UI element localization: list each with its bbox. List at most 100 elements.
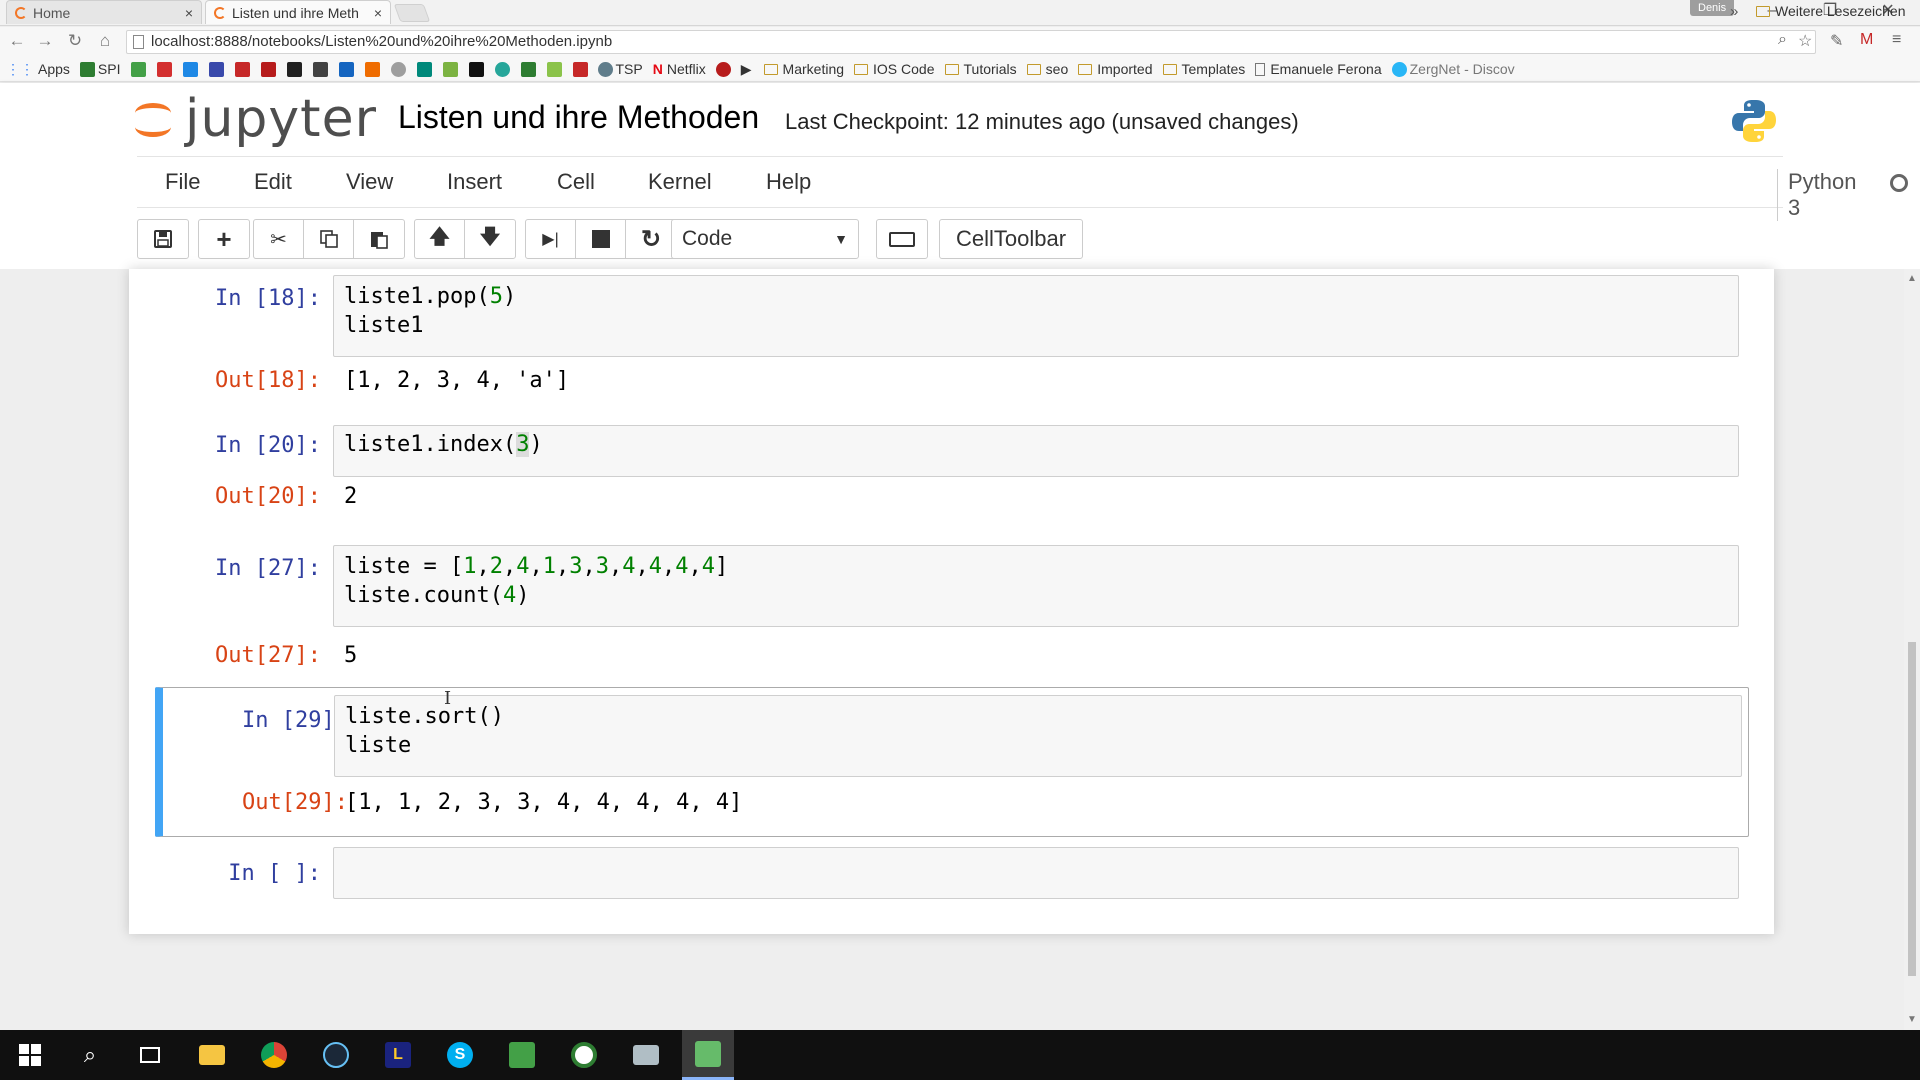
bookmark-spi[interactable]: SPI (79, 61, 121, 77)
bookmark-favicon-icon[interactable] (364, 61, 380, 77)
new-tab-button[interactable] (393, 4, 431, 22)
home-icon[interactable]: ⌂ (94, 31, 116, 51)
tab-notebook[interactable]: Listen und ihre Meth × (205, 0, 391, 24)
bookmark-favicon-icon[interactable] (260, 61, 276, 77)
code-cell[interactable]: In [18]: liste1.pop(5) liste1 Out[18]: [… (129, 275, 1774, 395)
cell-type-select[interactable]: Code ▼ (671, 219, 859, 259)
start-button[interactable] (4, 1030, 56, 1080)
code-cell-selected[interactable]: In [29]: liste.sort() liste Out[29]: [1,… (155, 687, 1749, 837)
extension-icon[interactable]: ✎ (1830, 31, 1843, 51)
camtasia-button[interactable] (496, 1030, 548, 1080)
code-input[interactable]: liste = [1,2,4,1,3,3,4,4,4,4] liste.coun… (333, 545, 1739, 627)
bookmark-favicon-icon[interactable] (468, 61, 484, 77)
bookmark-folder-other[interactable]: Weitere Lesezeichen (1756, 3, 1905, 19)
bookmark-favicon-icon[interactable] (546, 61, 562, 77)
code-input[interactable]: liste1.index(3) (333, 425, 1739, 477)
bookmark-favicon-icon[interactable] (338, 61, 354, 77)
file-explorer-button[interactable] (186, 1030, 238, 1080)
bookmark-favicon-icon[interactable] (156, 61, 172, 77)
bookmark-emanuele[interactable]: Emanuele Ferona (1255, 61, 1382, 77)
scroll-up-icon[interactable]: ▲ (1907, 273, 1917, 284)
reload-icon[interactable]: ↻ (64, 31, 86, 51)
bookmark-favicon-icon[interactable] (572, 61, 588, 77)
insert-cell-button[interactable]: + (199, 220, 249, 258)
vertical-scrollbar[interactable]: ▲ ▼ (1904, 269, 1920, 1030)
forward-arrow-icon[interactable]: → (34, 31, 56, 51)
run-cell-button[interactable]: ▶| (526, 220, 576, 258)
bookmark-favicon-icon[interactable] (416, 61, 432, 77)
move-down-button[interactable]: 🡇 (465, 220, 515, 258)
cut-button[interactable]: ✂ (254, 220, 304, 258)
interrupt-button[interactable] (576, 220, 626, 258)
scroll-down-icon[interactable]: ▼ (1907, 1014, 1917, 1025)
skype-button[interactable]: S (434, 1030, 486, 1080)
play-icon[interactable]: ▶ (741, 61, 752, 78)
gmail-icon[interactable]: M (1860, 31, 1873, 49)
task-view-button[interactable] (124, 1030, 176, 1080)
bookmark-favicon-icon[interactable] (130, 61, 146, 77)
bookmark-netflix[interactable]: N Netflix (653, 61, 706, 77)
celltoolbar-button[interactable]: CellToolbar (939, 219, 1083, 259)
app-l-button[interactable]: L (372, 1030, 424, 1080)
bookmark-favicon-icon[interactable] (390, 61, 406, 77)
profile-badge[interactable]: Denis (1690, 0, 1735, 16)
back-arrow-icon[interactable]: ← (6, 31, 28, 51)
bookmark-favicon-icon[interactable] (234, 61, 250, 77)
move-up-button[interactable]: 🡅 (415, 220, 465, 258)
menu-view[interactable]: View (346, 169, 393, 195)
close-icon[interactable]: × (374, 5, 382, 21)
bookmark-favicon-icon[interactable] (208, 61, 224, 77)
save-button[interactable] (138, 220, 188, 258)
bookmark-favicon-icon[interactable] (182, 61, 198, 77)
menu-insert[interactable]: Insert (447, 169, 502, 195)
bookmark-favicon-icon[interactable] (715, 61, 731, 77)
url-input[interactable]: localhost:8888/notebooks/Listen%20und%20… (126, 30, 1816, 54)
jupyter-logo[interactable]: jupyter (135, 93, 377, 145)
bookmark-favicon-icon[interactable] (312, 61, 328, 77)
bookmark-apps[interactable]: ⋮⋮ Apps (6, 61, 70, 78)
menu-cell[interactable]: Cell (557, 169, 595, 195)
bookmark-favicon-icon[interactable] (520, 61, 536, 77)
browser-tab-strip: Home × Listen und ihre Meth × Denis – ❐ … (0, 0, 1920, 26)
bookmark-folder-templates[interactable]: Templates (1162, 61, 1245, 77)
code-input[interactable]: liste.sort() liste (334, 695, 1742, 777)
restart-button[interactable]: ↻ (626, 220, 676, 258)
scroll-thumb[interactable] (1908, 642, 1916, 976)
chrome-menu-icon[interactable]: ≡ (1892, 31, 1901, 49)
bookmark-folder-marketing[interactable]: Marketing (763, 61, 844, 77)
star-icon[interactable]: ☆ (1798, 31, 1812, 51)
menu-help[interactable]: Help (766, 169, 811, 195)
close-icon[interactable]: × (185, 5, 193, 21)
screen-app-button[interactable] (620, 1030, 672, 1080)
menu-kernel[interactable]: Kernel (648, 169, 712, 195)
output-prompt: Out[20]: (215, 484, 321, 509)
code-cell[interactable]: In [20]: liste1.index(3) Out[20]: 2 (129, 425, 1774, 525)
bookmark-folder-seo[interactable]: seo (1026, 61, 1068, 77)
bookmark-zergnet[interactable]: ZergNet - Discov (1391, 61, 1515, 77)
bookmark-folder-tutorials[interactable]: Tutorials (944, 61, 1017, 77)
tab-home[interactable]: Home × (6, 0, 202, 24)
steam-button[interactable] (310, 1030, 362, 1080)
code-input[interactable] (333, 847, 1739, 899)
bookmark-folder-imported[interactable]: Imported (1078, 61, 1153, 77)
code-input[interactable]: liste1.pop(5) liste1 (333, 275, 1739, 357)
copy-button[interactable] (304, 220, 354, 258)
bookmark-tsp[interactable]: TSP (597, 61, 643, 77)
chrome-button[interactable] (248, 1030, 300, 1080)
zoom-icon[interactable]: ⌕ (1778, 31, 1787, 49)
bookmark-favicon-icon[interactable] (286, 61, 302, 77)
bookmark-favicon-icon[interactable] (442, 61, 458, 77)
record-button[interactable] (558, 1030, 610, 1080)
bookmark-folder-ios-code[interactable]: IOS Code (854, 61, 935, 77)
menu-edit[interactable]: Edit (254, 169, 292, 195)
keyboard-shortcuts-button[interactable] (876, 219, 928, 259)
camtasia-active-button[interactable] (682, 1030, 734, 1080)
more-bookmarks-icon[interactable]: » (1730, 3, 1738, 20)
notebook-title[interactable]: Listen und ihre Methoden (398, 99, 759, 136)
code-cell[interactable]: In [27]: liste = [1,2,4,1,3,3,4,4,4,4] l… (129, 545, 1774, 668)
code-cell[interactable]: In [ ]: (129, 847, 1774, 903)
search-button[interactable]: ⌕ (64, 1030, 116, 1080)
menu-file[interactable]: File (165, 169, 200, 195)
bookmark-favicon-icon[interactable] (494, 61, 510, 77)
paste-button[interactable] (354, 220, 404, 258)
